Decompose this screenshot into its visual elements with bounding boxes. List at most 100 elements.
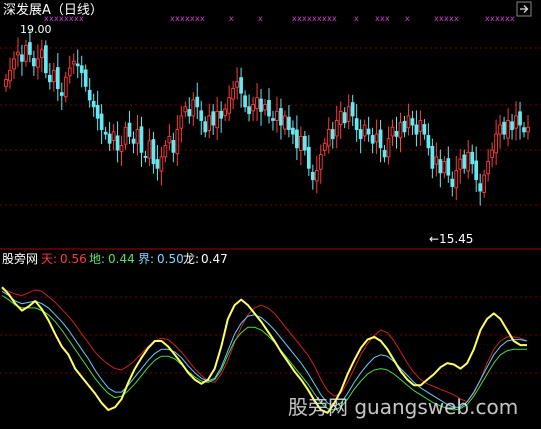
candle-body bbox=[510, 121, 514, 131]
candle-body bbox=[131, 138, 136, 144]
candle-body bbox=[458, 158, 463, 170]
candle-body bbox=[426, 135, 431, 149]
candle-body bbox=[199, 110, 204, 121]
candle-body bbox=[398, 122, 403, 139]
candle-body bbox=[187, 109, 192, 117]
candle-body bbox=[390, 126, 395, 137]
candle-body bbox=[8, 69, 12, 82]
candle-body bbox=[378, 129, 383, 149]
signal-marker: x bbox=[258, 14, 263, 23]
signal-marker: x bbox=[354, 14, 359, 23]
candle-body bbox=[334, 119, 339, 137]
candle-body bbox=[219, 110, 224, 119]
legend-jie-value: 0.50 bbox=[157, 252, 184, 266]
candle-body bbox=[358, 129, 363, 140]
legend-di-label: 地: bbox=[89, 252, 105, 266]
candle-body bbox=[410, 118, 415, 126]
indicator-legend: 股旁网 天: 0.56 地: 0.44 界: 0.50 龙: 0.47 bbox=[2, 251, 228, 266]
candle-body bbox=[207, 115, 212, 131]
candle-body bbox=[16, 51, 20, 56]
candle-body bbox=[295, 129, 299, 149]
candle-body bbox=[151, 139, 156, 165]
candle-body bbox=[366, 128, 371, 135]
candle-body bbox=[40, 49, 44, 59]
candle-body bbox=[267, 99, 271, 117]
candle-body bbox=[107, 133, 112, 144]
candle-body bbox=[59, 92, 64, 96]
legend-jie-label: 界: bbox=[138, 252, 154, 266]
legend-tian-label: 天: bbox=[41, 252, 57, 266]
candle-body bbox=[514, 115, 518, 129]
candle-body bbox=[326, 129, 331, 147]
candle-body bbox=[338, 110, 343, 125]
candle-body bbox=[318, 154, 323, 170]
chart-background bbox=[0, 0, 541, 429]
candle-body bbox=[28, 42, 32, 55]
candle-body bbox=[430, 145, 435, 169]
candle-body bbox=[442, 160, 447, 174]
candle-body bbox=[374, 133, 379, 143]
signal-marker: x bbox=[200, 14, 205, 23]
candle-body bbox=[478, 183, 483, 192]
candle-body bbox=[183, 106, 188, 113]
candle-body bbox=[454, 170, 459, 189]
signal-marker: x bbox=[510, 14, 515, 23]
signal-marker: x bbox=[385, 14, 390, 23]
candle-body bbox=[342, 112, 347, 124]
candle-body bbox=[394, 130, 399, 137]
candle-body bbox=[223, 108, 228, 116]
legend-long-label: 龙: bbox=[183, 252, 199, 266]
candle-body bbox=[303, 135, 307, 151]
candle-body bbox=[103, 131, 108, 135]
candle-body bbox=[75, 63, 80, 67]
legend-tian-value: 0.56 bbox=[60, 252, 87, 266]
candle-body bbox=[506, 119, 510, 139]
candle-body bbox=[386, 138, 391, 158]
candle-body bbox=[127, 122, 132, 137]
candle-body bbox=[354, 118, 359, 131]
signal-marker: x bbox=[229, 14, 234, 23]
candle-body bbox=[115, 135, 120, 151]
candle-body bbox=[247, 106, 251, 115]
candle-body bbox=[526, 126, 530, 133]
candle-body bbox=[490, 149, 494, 158]
signal-marker: x bbox=[405, 14, 410, 23]
candle-body bbox=[251, 104, 255, 112]
candle-body bbox=[95, 104, 100, 119]
candle-body bbox=[167, 135, 172, 144]
candle-body bbox=[231, 88, 235, 100]
candle-body bbox=[179, 115, 184, 129]
candle-body bbox=[466, 151, 471, 172]
candle-body bbox=[263, 104, 267, 111]
candle-body bbox=[159, 156, 164, 172]
candle-body bbox=[243, 95, 247, 108]
candle-body bbox=[135, 129, 140, 144]
signal-marker: x bbox=[454, 14, 459, 23]
candle-body bbox=[155, 159, 160, 169]
candle-body bbox=[235, 81, 239, 88]
candle-body bbox=[482, 174, 487, 193]
candle-body bbox=[87, 89, 92, 101]
candle-body bbox=[406, 115, 411, 129]
candle-body bbox=[67, 67, 72, 77]
candle-body bbox=[474, 160, 479, 181]
candle-body bbox=[402, 120, 407, 133]
candle-body bbox=[123, 126, 128, 145]
candle-body bbox=[438, 159, 443, 174]
candle-body bbox=[143, 155, 148, 158]
candle-body bbox=[462, 154, 467, 169]
candle-body bbox=[32, 58, 36, 67]
candle-body bbox=[522, 127, 526, 133]
candle-body bbox=[291, 127, 295, 135]
candle-body bbox=[24, 44, 28, 62]
candle-body bbox=[362, 124, 367, 137]
low-price-label: ←15.45 bbox=[429, 232, 473, 246]
candle-body bbox=[20, 54, 24, 62]
candle-body bbox=[111, 131, 116, 141]
candle-body bbox=[163, 145, 168, 158]
candle-body bbox=[191, 99, 196, 117]
candle-body bbox=[47, 74, 52, 83]
candle-body bbox=[271, 118, 275, 121]
candle-body bbox=[422, 124, 427, 135]
candle-body bbox=[55, 67, 60, 90]
